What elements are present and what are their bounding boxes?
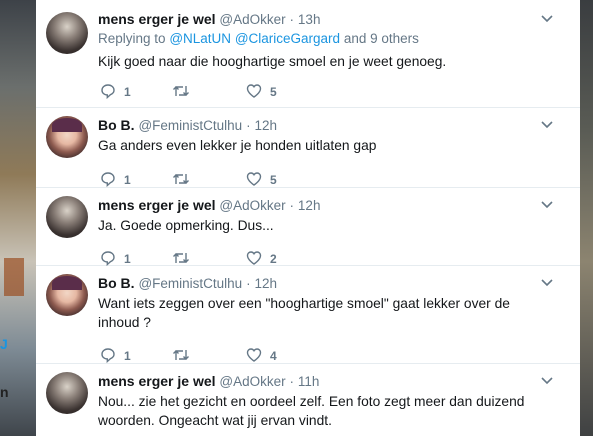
retweet-icon: [173, 86, 189, 96]
separator: ·: [289, 198, 295, 213]
avatar[interactable]: [46, 12, 88, 54]
separator: ·: [246, 118, 251, 133]
background-right-strip: [580, 0, 593, 436]
reply-icon: [101, 172, 115, 187]
avatar[interactable]: [46, 274, 88, 316]
author-name[interactable]: Bo B.: [98, 117, 135, 133]
chevron-down-icon[interactable]: [540, 200, 554, 210]
reply-count: 1: [124, 349, 131, 363]
timestamp[interactable]: 12h: [298, 198, 321, 213]
author-name[interactable]: mens erger je wel: [98, 11, 216, 27]
tweet[interactable]: mens erger je wel @AdOkker · 11h Nou... …: [36, 364, 580, 436]
like-count: 5: [270, 85, 277, 99]
replying-to: Replying to @NLatUN @ClariceGargard and …: [98, 30, 419, 48]
tweet-text: Ja. Goede opmerking. Dus...: [98, 218, 274, 233]
background-fragment-letter: J: [0, 336, 8, 352]
heart-icon: [246, 172, 262, 186]
tweet-actions: 1 2: [100, 249, 300, 267]
separator: ·: [289, 12, 295, 27]
avatar[interactable]: [46, 116, 88, 158]
tweet-actions: 1 5: [100, 82, 300, 100]
tweet-text: Kijk goed naar die hooghartige smoel en …: [98, 54, 447, 69]
reply-icon: [101, 348, 115, 363]
heart-icon: [246, 84, 262, 98]
tweet-header: Bo B. @FeministCtulhu · 12h: [98, 274, 277, 292]
tweet[interactable]: Bo B. @FeministCtulhu · 12h Want iets ze…: [36, 266, 580, 364]
chevron-down-icon[interactable]: [540, 120, 554, 130]
reply-count: 1: [124, 173, 131, 187]
background-fragment: [4, 258, 24, 296]
author-handle[interactable]: @FeministCtulhu: [138, 118, 242, 133]
chevron-down-icon[interactable]: [540, 14, 554, 24]
author-name[interactable]: mens erger je wel: [98, 373, 216, 389]
tweet-actions: 1 4: [100, 346, 300, 364]
retweet-icon: [173, 350, 189, 360]
separator: ·: [289, 374, 295, 389]
retweet-icon: [173, 253, 189, 263]
author-name[interactable]: Bo B.: [98, 275, 135, 291]
author-handle[interactable]: @AdOkker: [219, 374, 285, 389]
avatar[interactable]: [46, 372, 88, 414]
timestamp[interactable]: 11h: [298, 374, 320, 389]
author-name[interactable]: mens erger je wel: [98, 197, 216, 213]
like-count: 4: [270, 349, 277, 363]
tweet[interactable]: mens erger je wel @AdOkker · 12h Ja. Goe…: [36, 188, 580, 266]
author-handle[interactable]: @AdOkker: [219, 198, 285, 213]
tweet[interactable]: mens erger je wel @AdOkker · 13h Replyin…: [36, 0, 580, 108]
tweet-text: Nou... zie het gezicht en oordeel zelf. …: [98, 394, 525, 428]
tweet[interactable]: Bo B. @FeministCtulhu · 12h Ga anders ev…: [36, 108, 580, 188]
replying-to-suffix[interactable]: and 9 others: [344, 31, 419, 46]
tweet-header: mens erger je wel @AdOkker · 12h: [98, 196, 320, 214]
reply-icon: [101, 84, 115, 99]
tweet-header: mens erger je wel @AdOkker · 11h: [98, 372, 319, 390]
retweet-icon: [173, 174, 189, 184]
timestamp[interactable]: 12h: [254, 276, 277, 291]
background-left-strip: J n: [0, 0, 36, 436]
reply-thread: mens erger je wel @AdOkker · 13h Replyin…: [36, 0, 580, 436]
heart-icon: [246, 348, 262, 362]
heart-icon: [246, 251, 262, 265]
author-handle[interactable]: @FeministCtulhu: [138, 276, 242, 291]
chevron-down-icon[interactable]: [540, 376, 554, 386]
chevron-down-icon[interactable]: [540, 278, 554, 288]
avatar[interactable]: [46, 196, 88, 238]
timestamp[interactable]: 12h: [254, 118, 277, 133]
tweet-header: Bo B. @FeministCtulhu · 12h: [98, 116, 277, 134]
mention-link[interactable]: @NLatUN: [169, 31, 231, 46]
reply-count: 1: [124, 85, 131, 99]
separator: ·: [246, 276, 251, 291]
mention-link[interactable]: @ClariceGargard: [235, 31, 340, 46]
like-count: 5: [270, 173, 277, 187]
tweet-header: mens erger je wel @AdOkker · 13h: [98, 10, 320, 28]
timestamp[interactable]: 13h: [298, 12, 321, 27]
background-fragment-letter: n: [0, 384, 9, 400]
author-handle[interactable]: @AdOkker: [219, 12, 285, 27]
replying-to-prefix: Replying to: [98, 31, 166, 46]
reply-icon: [101, 251, 115, 266]
tweet-actions: 1 5: [100, 170, 300, 188]
tweet-text: Ga anders even lekker je honden uitlaten…: [98, 138, 377, 153]
tweet-text: Want iets zeggen over een "hooghartige s…: [98, 296, 510, 330]
